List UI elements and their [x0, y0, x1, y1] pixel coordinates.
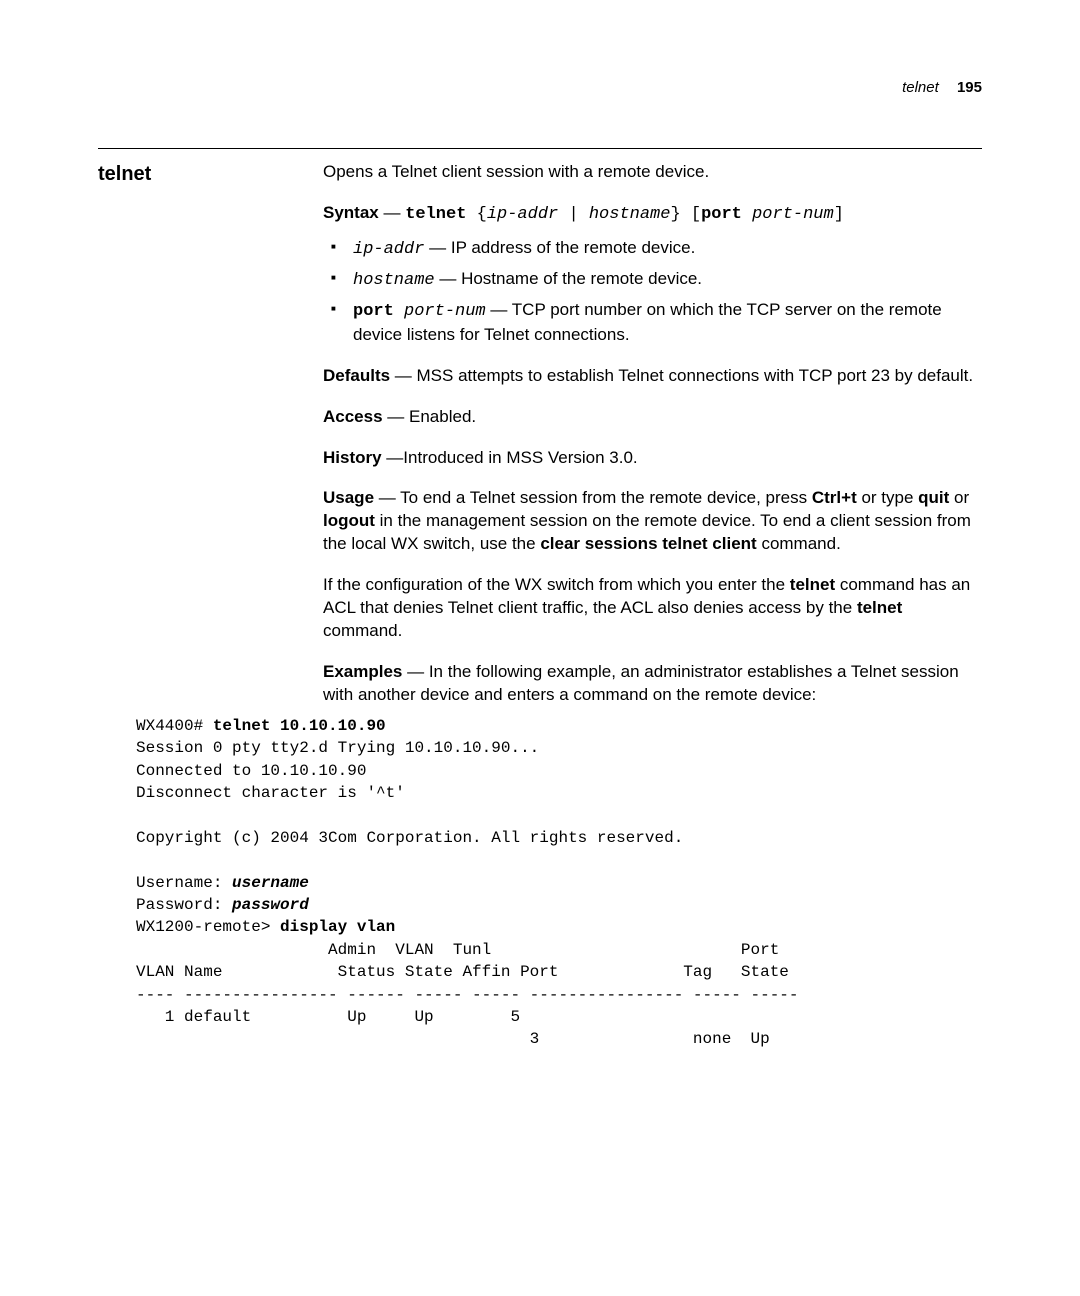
defaults-label: Defaults	[323, 366, 390, 385]
syntax-line: Syntax — telnet {ip-addr | hostname} [po…	[323, 202, 982, 227]
param-port-arg: port-num	[394, 302, 486, 321]
examples-text: — In the following example, an administr…	[323, 662, 959, 704]
param-port-kw: port	[353, 302, 394, 321]
access-label: Access	[323, 407, 383, 426]
defaults-paragraph: Defaults — MSS attempts to establish Tel…	[323, 365, 982, 388]
param-list: ip-addr — IP address of the remote devic…	[323, 237, 982, 347]
param-ipaddr-code: ip-addr	[353, 240, 424, 259]
terminal-output: WX4400# telnet 10.10.10.90 Session 0 pty…	[98, 715, 982, 1051]
examples-label: Examples	[323, 662, 402, 681]
header-cmd: telnet	[902, 79, 939, 96]
param-port: port port-num — TCP port number on which…	[323, 299, 982, 347]
syntax-port-kw: port	[701, 205, 742, 224]
syntax-bracket-close: ]	[834, 205, 844, 224]
syntax-dash: —	[379, 203, 405, 222]
section-title: telnet	[98, 161, 323, 188]
syntax-cmd: telnet	[405, 205, 466, 224]
syntax-brace-open: {	[466, 205, 486, 224]
param-ipaddr: ip-addr — IP address of the remote devic…	[323, 237, 982, 262]
defaults-text: — MSS attempts to establish Telnet conne…	[390, 366, 973, 385]
usage-e: command.	[757, 534, 841, 553]
syntax-brace-close: } [	[670, 205, 701, 224]
history-label: History	[323, 448, 382, 467]
syntax-arg-hosts: ip-addr | hostname	[487, 205, 671, 224]
page: telnet 195 telnet Opens a Telnet client …	[0, 0, 1080, 1296]
history-paragraph: History —Introduced in MSS Version 3.0.	[323, 447, 982, 470]
content: telnet Opens a Telnet client session wit…	[98, 161, 982, 715]
param-hostname: hostname — Hostname of the remote device…	[323, 268, 982, 293]
usage-quit: quit	[918, 488, 949, 507]
syntax-port-arg: port-num	[742, 205, 834, 224]
syntax-label: Syntax	[323, 203, 379, 222]
usage-a: — To end a Telnet session from the remot…	[374, 488, 812, 507]
usage-ctrlt: Ctrl+t	[812, 488, 857, 507]
left-column: telnet	[98, 161, 323, 715]
right-column: Opens a Telnet client session with a rem…	[323, 161, 982, 715]
usage-c: or	[949, 488, 969, 507]
if-telnet2: telnet	[857, 598, 902, 617]
access-text: — Enabled.	[383, 407, 477, 426]
usage-b: or type	[857, 488, 918, 507]
usage-label: Usage	[323, 488, 374, 507]
examples-paragraph: Examples — In the following example, an …	[323, 661, 982, 707]
usage-clear: clear sessions telnet client	[540, 534, 756, 553]
param-hostname-desc: — Hostname of the remote device.	[435, 269, 702, 288]
history-text: —Introduced in MSS Version 3.0.	[382, 448, 638, 467]
if-a: If the configuration of the WX switch fr…	[323, 575, 790, 594]
if-telnet: telnet	[790, 575, 835, 594]
param-ipaddr-desc: — IP address of the remote device.	[424, 238, 695, 257]
running-header: telnet 195	[902, 78, 982, 98]
usage-logout: logout	[323, 511, 375, 530]
if-c: command.	[323, 621, 402, 640]
access-paragraph: Access — Enabled.	[323, 406, 982, 429]
param-hostname-code: hostname	[353, 271, 435, 290]
usage-paragraph: Usage — To end a Telnet session from the…	[323, 487, 982, 556]
header-page-number: 195	[957, 79, 982, 96]
if-paragraph: If the configuration of the WX switch fr…	[323, 574, 982, 643]
intro-paragraph: Opens a Telnet client session with a rem…	[323, 161, 982, 184]
top-rule	[98, 148, 982, 149]
